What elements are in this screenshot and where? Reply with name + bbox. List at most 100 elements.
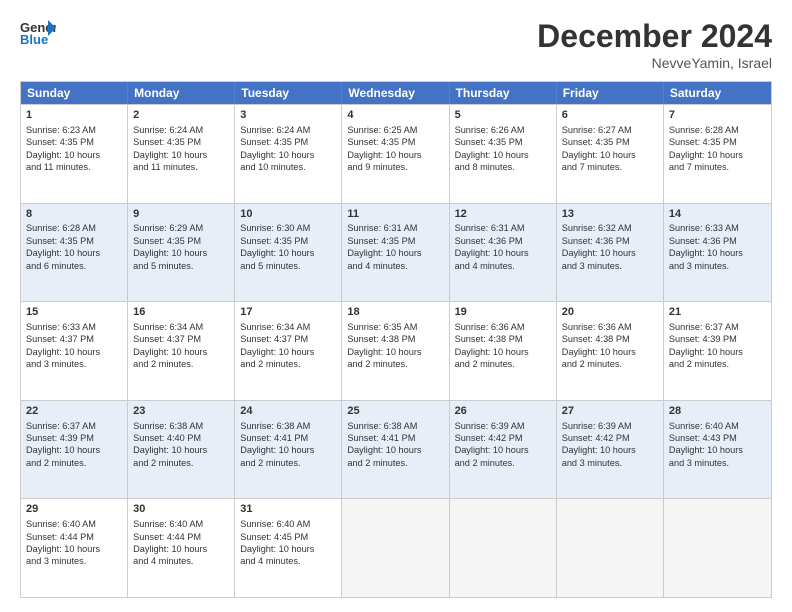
cal-row-2: 15Sunrise: 6:33 AMSunset: 4:37 PMDayligh… bbox=[21, 301, 771, 400]
day-info-line-0: Sunrise: 6:33 AM bbox=[669, 222, 766, 234]
day-info-line-3: and 5 minutes. bbox=[133, 260, 229, 272]
day-info-line-3: and 11 minutes. bbox=[26, 161, 122, 173]
cal-cell-empty bbox=[664, 499, 771, 597]
cal-cell-day-2: 2Sunrise: 6:24 AMSunset: 4:35 PMDaylight… bbox=[128, 105, 235, 203]
cal-cell-day-21: 21Sunrise: 6:37 AMSunset: 4:39 PMDayligh… bbox=[664, 302, 771, 400]
day-info-line-3: and 2 minutes. bbox=[133, 457, 229, 469]
day-info-line-0: Sunrise: 6:40 AM bbox=[669, 420, 766, 432]
day-info-line-2: Daylight: 10 hours bbox=[240, 543, 336, 555]
day-info-line-0: Sunrise: 6:38 AM bbox=[347, 420, 443, 432]
day-number: 11 bbox=[347, 207, 443, 222]
day-info-line-2: Daylight: 10 hours bbox=[562, 444, 658, 456]
day-number: 20 bbox=[562, 305, 658, 320]
main-title: December 2024 bbox=[537, 18, 772, 55]
day-info-line-1: Sunset: 4:41 PM bbox=[347, 432, 443, 444]
cal-cell-day-9: 9Sunrise: 6:29 AMSunset: 4:35 PMDaylight… bbox=[128, 204, 235, 302]
day-info-line-1: Sunset: 4:43 PM bbox=[669, 432, 766, 444]
cal-row-4: 29Sunrise: 6:40 AMSunset: 4:44 PMDayligh… bbox=[21, 498, 771, 597]
day-info-line-3: and 3 minutes. bbox=[26, 358, 122, 370]
day-info-line-3: and 2 minutes. bbox=[347, 457, 443, 469]
day-info-line-1: Sunset: 4:44 PM bbox=[133, 531, 229, 543]
day-number: 1 bbox=[26, 108, 122, 123]
day-info-line-3: and 2 minutes. bbox=[26, 457, 122, 469]
day-info-line-0: Sunrise: 6:24 AM bbox=[240, 124, 336, 136]
day-info-line-0: Sunrise: 6:39 AM bbox=[562, 420, 658, 432]
day-info-line-1: Sunset: 4:37 PM bbox=[26, 333, 122, 345]
day-info-line-0: Sunrise: 6:36 AM bbox=[455, 321, 551, 333]
day-info-line-2: Daylight: 10 hours bbox=[455, 346, 551, 358]
day-info-line-0: Sunrise: 6:26 AM bbox=[455, 124, 551, 136]
day-info-line-1: Sunset: 4:37 PM bbox=[133, 333, 229, 345]
day-number: 9 bbox=[133, 207, 229, 222]
day-number: 4 bbox=[347, 108, 443, 123]
cal-cell-day-19: 19Sunrise: 6:36 AMSunset: 4:38 PMDayligh… bbox=[450, 302, 557, 400]
day-info-line-0: Sunrise: 6:29 AM bbox=[133, 222, 229, 234]
cal-header-day-saturday: Saturday bbox=[664, 82, 771, 104]
day-info-line-1: Sunset: 4:35 PM bbox=[26, 136, 122, 148]
cal-cell-day-7: 7Sunrise: 6:28 AMSunset: 4:35 PMDaylight… bbox=[664, 105, 771, 203]
day-info-line-2: Daylight: 10 hours bbox=[26, 149, 122, 161]
cal-cell-day-22: 22Sunrise: 6:37 AMSunset: 4:39 PMDayligh… bbox=[21, 401, 128, 499]
day-info-line-3: and 3 minutes. bbox=[669, 457, 766, 469]
day-info-line-2: Daylight: 10 hours bbox=[669, 346, 766, 358]
day-info-line-1: Sunset: 4:44 PM bbox=[26, 531, 122, 543]
cal-cell-day-1: 1Sunrise: 6:23 AMSunset: 4:35 PMDaylight… bbox=[21, 105, 128, 203]
day-info-line-0: Sunrise: 6:39 AM bbox=[455, 420, 551, 432]
day-info-line-1: Sunset: 4:35 PM bbox=[133, 235, 229, 247]
day-info-line-2: Daylight: 10 hours bbox=[240, 444, 336, 456]
day-info-line-1: Sunset: 4:38 PM bbox=[455, 333, 551, 345]
day-info-line-1: Sunset: 4:35 PM bbox=[562, 136, 658, 148]
cal-cell-day-29: 29Sunrise: 6:40 AMSunset: 4:44 PMDayligh… bbox=[21, 499, 128, 597]
day-info-line-0: Sunrise: 6:33 AM bbox=[26, 321, 122, 333]
cal-cell-day-16: 16Sunrise: 6:34 AMSunset: 4:37 PMDayligh… bbox=[128, 302, 235, 400]
day-info-line-2: Daylight: 10 hours bbox=[669, 247, 766, 259]
cal-cell-day-5: 5Sunrise: 6:26 AMSunset: 4:35 PMDaylight… bbox=[450, 105, 557, 203]
day-info-line-3: and 9 minutes. bbox=[347, 161, 443, 173]
day-number: 18 bbox=[347, 305, 443, 320]
title-block: December 2024 NevveYamin, Israel bbox=[537, 18, 772, 71]
cal-cell-day-20: 20Sunrise: 6:36 AMSunset: 4:38 PMDayligh… bbox=[557, 302, 664, 400]
day-number: 25 bbox=[347, 404, 443, 419]
day-info-line-3: and 3 minutes. bbox=[26, 555, 122, 567]
day-info-line-2: Daylight: 10 hours bbox=[133, 149, 229, 161]
day-info-line-0: Sunrise: 6:38 AM bbox=[240, 420, 336, 432]
day-number: 13 bbox=[562, 207, 658, 222]
day-info-line-3: and 10 minutes. bbox=[240, 161, 336, 173]
day-info-line-1: Sunset: 4:39 PM bbox=[669, 333, 766, 345]
day-info-line-3: and 4 minutes. bbox=[133, 555, 229, 567]
day-number: 28 bbox=[669, 404, 766, 419]
cal-header-day-tuesday: Tuesday bbox=[235, 82, 342, 104]
day-number: 23 bbox=[133, 404, 229, 419]
day-number: 30 bbox=[133, 502, 229, 517]
day-info-line-2: Daylight: 10 hours bbox=[347, 247, 443, 259]
day-info-line-2: Daylight: 10 hours bbox=[26, 346, 122, 358]
day-number: 16 bbox=[133, 305, 229, 320]
day-info-line-1: Sunset: 4:35 PM bbox=[133, 136, 229, 148]
day-info-line-0: Sunrise: 6:36 AM bbox=[562, 321, 658, 333]
day-number: 17 bbox=[240, 305, 336, 320]
cal-cell-day-27: 27Sunrise: 6:39 AMSunset: 4:42 PMDayligh… bbox=[557, 401, 664, 499]
day-info-line-2: Daylight: 10 hours bbox=[562, 149, 658, 161]
day-info-line-2: Daylight: 10 hours bbox=[455, 444, 551, 456]
cal-row-3: 22Sunrise: 6:37 AMSunset: 4:39 PMDayligh… bbox=[21, 400, 771, 499]
day-info-line-1: Sunset: 4:41 PM bbox=[240, 432, 336, 444]
day-info-line-2: Daylight: 10 hours bbox=[26, 444, 122, 456]
day-info-line-3: and 2 minutes. bbox=[347, 358, 443, 370]
day-info-line-0: Sunrise: 6:40 AM bbox=[240, 518, 336, 530]
day-info-line-0: Sunrise: 6:31 AM bbox=[347, 222, 443, 234]
day-info-line-3: and 2 minutes. bbox=[455, 358, 551, 370]
day-number: 15 bbox=[26, 305, 122, 320]
day-number: 5 bbox=[455, 108, 551, 123]
day-info-line-1: Sunset: 4:42 PM bbox=[455, 432, 551, 444]
day-info-line-3: and 4 minutes. bbox=[240, 555, 336, 567]
day-info-line-2: Daylight: 10 hours bbox=[347, 444, 443, 456]
day-info-line-1: Sunset: 4:39 PM bbox=[26, 432, 122, 444]
cal-cell-day-8: 8Sunrise: 6:28 AMSunset: 4:35 PMDaylight… bbox=[21, 204, 128, 302]
day-info-line-0: Sunrise: 6:25 AM bbox=[347, 124, 443, 136]
day-info-line-1: Sunset: 4:36 PM bbox=[562, 235, 658, 247]
cal-cell-empty bbox=[450, 499, 557, 597]
day-info-line-1: Sunset: 4:40 PM bbox=[133, 432, 229, 444]
day-info-line-2: Daylight: 10 hours bbox=[455, 149, 551, 161]
cal-cell-day-12: 12Sunrise: 6:31 AMSunset: 4:36 PMDayligh… bbox=[450, 204, 557, 302]
day-info-line-3: and 11 minutes. bbox=[133, 161, 229, 173]
